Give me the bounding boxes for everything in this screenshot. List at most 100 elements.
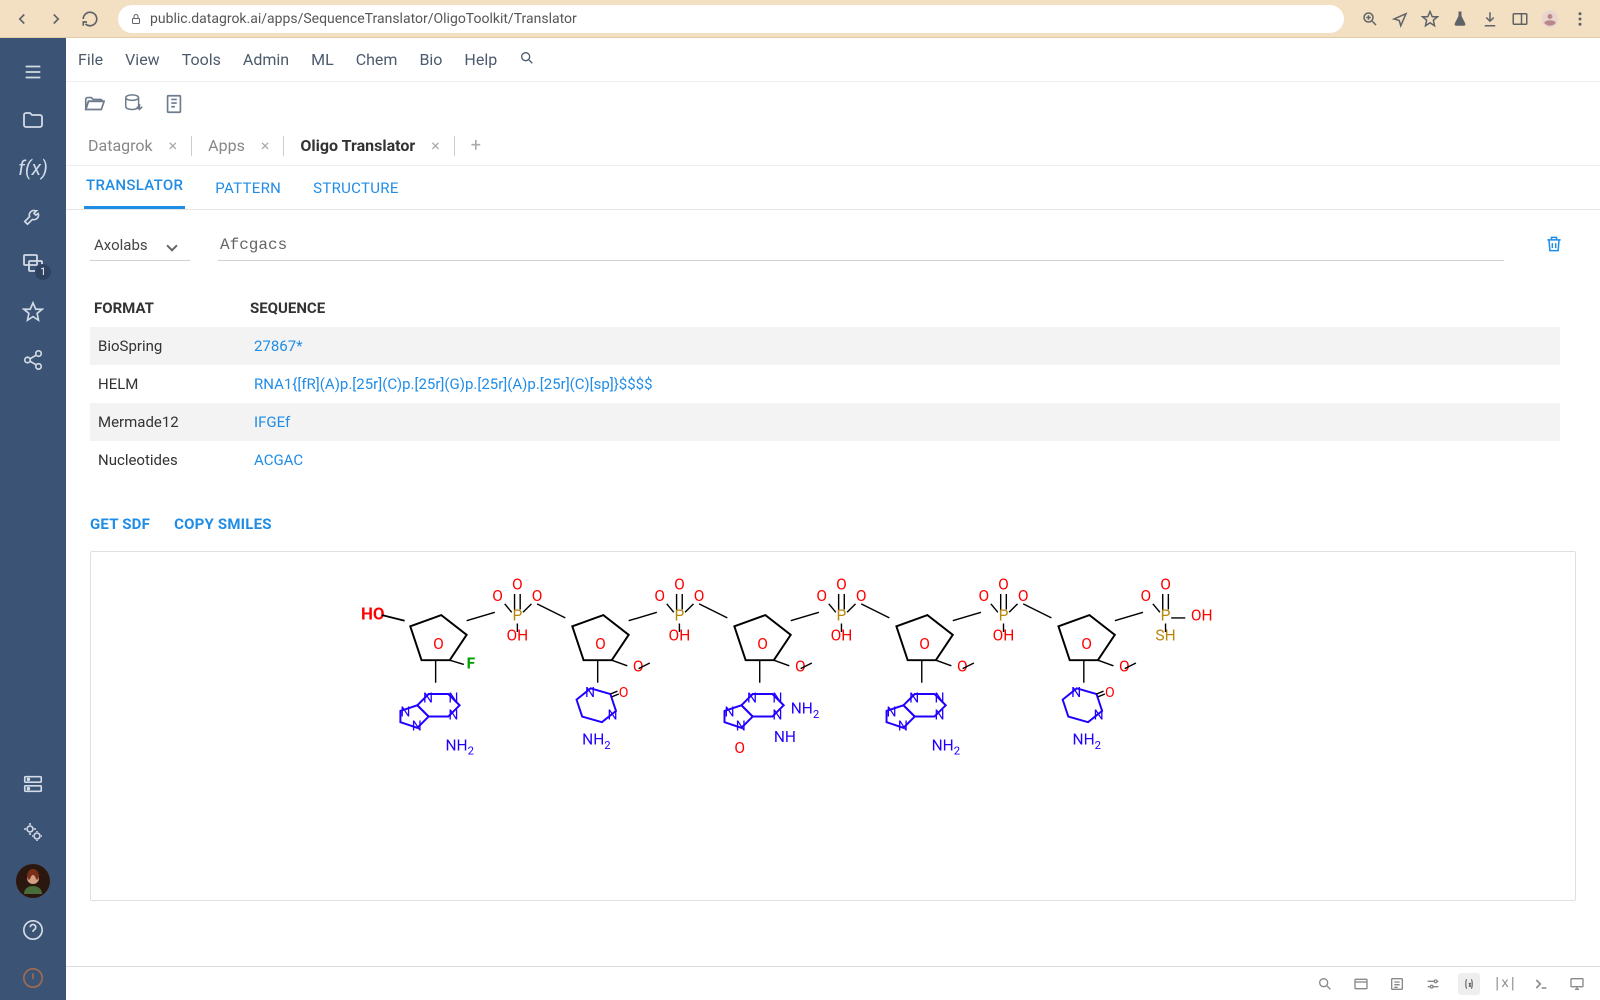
chevron-down-icon — [168, 236, 176, 254]
format-cell: Mermade12 — [94, 413, 254, 431]
sidebar-fx-icon[interactable]: f(x) — [11, 146, 55, 190]
zoom-icon[interactable] — [1358, 7, 1382, 31]
browser-bar: public.datagrok.ai/apps/SequenceTranslat… — [0, 0, 1600, 38]
close-crumb-oligo[interactable]: × — [427, 136, 444, 155]
sequence-cell[interactable]: ACGAC — [254, 451, 1560, 469]
sidebar-menu-icon[interactable] — [11, 50, 55, 94]
sidebar-share-icon[interactable] — [11, 338, 55, 382]
sequence-cell[interactable]: RNA1{[fR](A)p.[25r](C)p.[25r](G)p.[25r](… — [254, 375, 1560, 393]
breadcrumbs: Datagrok × Apps × Oligo Translator × + — [66, 126, 1600, 166]
status-sliders-icon[interactable] — [1422, 973, 1444, 995]
main-panel: File View Tools Admin ML Chem Bio Help D… — [66, 38, 1600, 1000]
input-row: Axolabs — [66, 210, 1600, 267]
menubar: File View Tools Admin ML Chem Bio Help — [66, 38, 1600, 82]
menu-tools[interactable]: Tools — [182, 50, 221, 69]
close-crumb-datagrok[interactable]: × — [165, 136, 182, 155]
svg-text:OH: OH — [1191, 607, 1213, 625]
share-chrome-icon[interactable] — [1388, 7, 1412, 31]
reload-button[interactable] — [76, 5, 104, 33]
lock-icon — [130, 12, 142, 26]
result-row-biospring: BioSpring 27867* — [90, 327, 1560, 365]
tab-structure[interactable]: STRUCTURE — [311, 169, 401, 209]
menu-view[interactable]: View — [125, 50, 160, 69]
format-cell: BioSpring — [94, 337, 254, 355]
crumb-oligo-translator[interactable]: Oligo Translator — [294, 136, 421, 155]
status-monitor-icon[interactable] — [1566, 973, 1588, 995]
format-cell: HELM — [94, 375, 254, 393]
db-icon[interactable] — [122, 92, 146, 116]
molecule-viewer[interactable]: O O P O OH O — [90, 551, 1576, 901]
menu-bio[interactable]: Bio — [419, 50, 442, 69]
panel-icon[interactable] — [1508, 7, 1532, 31]
open-folder-icon[interactable] — [82, 92, 106, 116]
url-bar[interactable]: public.datagrok.ai/apps/SequenceTranslat… — [118, 5, 1344, 33]
sidebar-help-icon[interactable] — [11, 908, 55, 952]
get-sdf-button[interactable]: GET SDF — [90, 515, 150, 533]
menu-file[interactable]: File — [78, 50, 103, 69]
add-tab-button[interactable]: + — [465, 135, 487, 156]
result-row-mermade: Mermade12 IFGEf — [90, 403, 1560, 441]
sequence-cell[interactable]: 27867* — [254, 337, 1560, 355]
status-search-icon[interactable] — [1314, 973, 1336, 995]
sidebar-windows-icon[interactable]: 1 — [11, 242, 55, 286]
crumb-apps[interactable]: Apps — [202, 136, 251, 155]
format-select-value: Axolabs — [94, 236, 148, 254]
forward-button[interactable] — [42, 5, 70, 33]
format-select[interactable]: Axolabs — [90, 230, 190, 261]
status-variables-icon[interactable] — [1458, 973, 1480, 995]
toolbar — [66, 82, 1600, 126]
status-bar: |x| — [66, 966, 1600, 1000]
back-button[interactable] — [8, 5, 36, 33]
close-crumb-apps[interactable]: × — [257, 136, 274, 155]
tab-pattern[interactable]: PATTERN — [213, 169, 283, 209]
sidebar-star-icon[interactable] — [11, 290, 55, 334]
result-row-helm: HELM RNA1{[fR](A)p.[25r](C)p.[25r](G)p.[… — [90, 365, 1560, 403]
sidebar-server-icon[interactable] — [11, 762, 55, 806]
status-list-icon[interactable] — [1386, 973, 1408, 995]
sidebar: f(x) 1 — [0, 38, 66, 1000]
menu-chem[interactable]: Chem — [356, 50, 398, 69]
crumb-datagrok[interactable]: Datagrok — [82, 136, 159, 155]
window-count-badge: 1 — [35, 264, 51, 280]
kebab-icon[interactable] — [1568, 7, 1592, 31]
svg-text:O: O — [734, 739, 745, 757]
result-row-nucleotides: Nucleotides ACGAC — [90, 441, 1560, 479]
header-sequence: SEQUENCE — [250, 299, 1560, 317]
sequence-cell[interactable]: IFGEf — [254, 413, 1560, 431]
svg-text:F: F — [467, 655, 476, 673]
sidebar-folder-icon[interactable] — [11, 98, 55, 142]
svg-text:NH2: NH2 — [446, 736, 474, 757]
sidebar-wrench-icon[interactable] — [11, 194, 55, 238]
svg-text:NH2: NH2 — [791, 700, 819, 721]
status-brackets-icon[interactable]: |x| — [1494, 973, 1516, 995]
svg-text:NH2: NH2 — [932, 736, 960, 757]
action-buttons: GET SDF COPY SMILES — [66, 487, 1600, 545]
profile-icon[interactable] — [1538, 7, 1562, 31]
flask-icon[interactable] — [1448, 7, 1472, 31]
svg-text:O: O — [1160, 576, 1171, 594]
svg-text:O: O — [1140, 587, 1151, 605]
bookmark-star-icon[interactable] — [1418, 7, 1442, 31]
svg-text:NH: NH — [774, 728, 796, 746]
svg-text:NH2: NH2 — [582, 731, 610, 752]
menu-search-icon[interactable] — [519, 50, 535, 70]
copy-smiles-button[interactable]: COPY SMILES — [174, 515, 272, 533]
menu-help[interactable]: Help — [464, 50, 497, 69]
status-terminal-icon[interactable] — [1530, 973, 1552, 995]
sidebar-warn-icon[interactable] — [11, 956, 55, 1000]
menu-ml[interactable]: ML — [311, 50, 334, 69]
clear-button[interactable] — [1544, 234, 1564, 258]
notebook-icon[interactable] — [162, 92, 186, 116]
results-table: FORMAT SEQUENCE BioSpring 27867* HELM RN… — [66, 267, 1600, 487]
chrome-actions — [1358, 7, 1592, 31]
sidebar-avatar[interactable] — [16, 864, 50, 898]
menu-admin[interactable]: Admin — [243, 50, 289, 69]
url-text: public.datagrok.ai/apps/SequenceTranslat… — [150, 11, 577, 27]
tab-translator[interactable]: TRANSLATOR — [84, 166, 185, 209]
sidebar-settings-icon[interactable] — [11, 810, 55, 854]
download-icon[interactable] — [1478, 7, 1502, 31]
status-window-icon[interactable] — [1350, 973, 1372, 995]
subtabs: TRANSLATOR PATTERN STRUCTURE — [66, 166, 1600, 210]
sequence-input[interactable] — [218, 230, 1504, 261]
header-format: FORMAT — [90, 299, 250, 317]
